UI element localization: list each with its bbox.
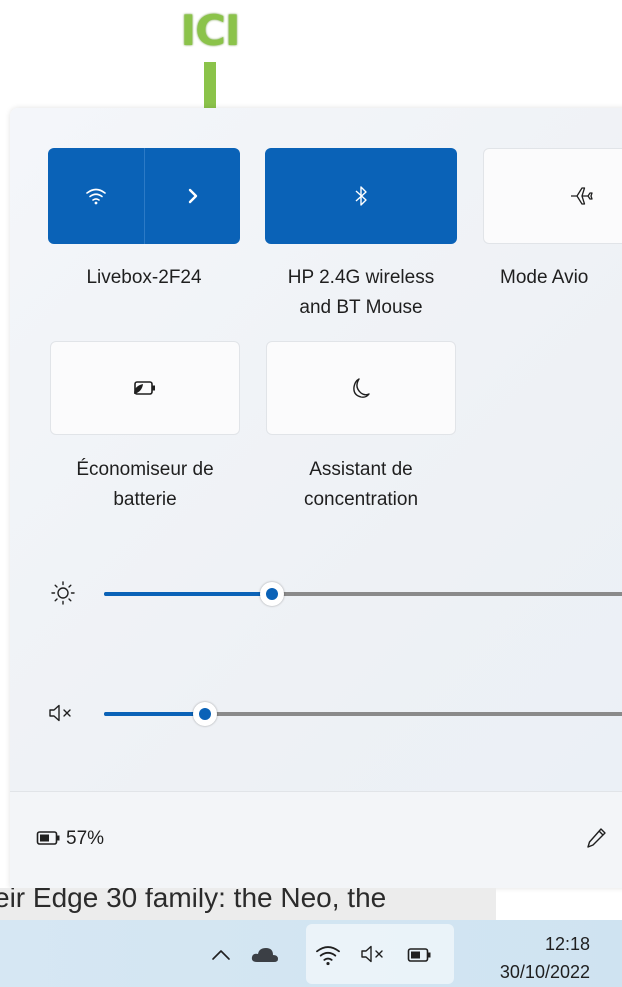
- wifi-icon: [316, 946, 340, 966]
- battery-saver-label-line1: Économiseur de: [76, 459, 214, 480]
- battery-saver-tile-label: Économiseur de batterie: [36, 455, 254, 515]
- taskbar-clock-time[interactable]: 12:18: [545, 934, 590, 955]
- brightness-slider-row: [10, 574, 622, 614]
- volume-slider-fill: [104, 712, 204, 716]
- battery-icon: [407, 948, 431, 962]
- taskbar: 12:18 30/10/2022: [0, 920, 622, 987]
- moon-icon: [353, 378, 370, 398]
- airplane-icon: [571, 187, 593, 205]
- speaker-muted-icon: [361, 945, 383, 963]
- cloud-icon[interactable]: [250, 945, 280, 965]
- focus-label-line1: Assistant de: [309, 459, 413, 480]
- airplane-mode-tile-button[interactable]: [483, 148, 622, 244]
- bluetooth-label-line1: HP 2.4G wireless: [287, 267, 435, 288]
- battery-percent[interactable]: 57%: [66, 825, 104, 853]
- bluetooth-tile-button[interactable]: [265, 148, 457, 244]
- focus-assist-tile-button[interactable]: [266, 341, 456, 435]
- volume-slider-thumb[interactable]: [193, 702, 217, 726]
- wifi-icon: [86, 188, 106, 205]
- brightness-slider-fill: [104, 592, 272, 596]
- volume-slider-row: [10, 694, 622, 734]
- focus-label-line2: concentration: [303, 489, 419, 510]
- airplane-tile-label: Mode Avio: [500, 267, 589, 288]
- bluetooth-label-line2: and BT Mouse: [299, 297, 423, 318]
- wifi-toggle-button[interactable]: [48, 148, 144, 244]
- brightness-slider-thumb[interactable]: [260, 582, 284, 606]
- wifi-tile: [48, 148, 240, 244]
- battery-icon[interactable]: [36, 830, 62, 846]
- sun-icon: [51, 581, 75, 605]
- bluetooth-icon: [355, 186, 367, 206]
- taskbar-clock-date[interactable]: 30/10/2022: [500, 962, 590, 983]
- annotation-label: ICI: [180, 6, 240, 55]
- chevron-right-icon: [188, 188, 197, 204]
- battery-saver-label-line2: batterie: [113, 489, 177, 510]
- wifi-networks-button[interactable]: [145, 148, 240, 244]
- chevron-up-icon[interactable]: [210, 948, 232, 962]
- background-page-text: eir Edge 30 family: the Neo, the: [0, 888, 496, 920]
- focus-assist-tile-label: Assistant de concentration: [250, 455, 472, 515]
- quick-settings-panel: Livebox-2F24 HP 2.4G wireless and BT Mou…: [10, 108, 622, 888]
- bluetooth-tile-label: HP 2.4G wireless and BT Mouse: [246, 263, 476, 323]
- battery-saver-tile-button[interactable]: [50, 341, 240, 435]
- pencil-icon[interactable]: [586, 826, 608, 850]
- quick-settings-footer: 57%: [10, 791, 622, 888]
- battery-saver-icon: [134, 381, 155, 395]
- background-page-text-content: eir Edge 30 family: the Neo, the: [0, 888, 387, 913]
- wifi-tile-label: Livebox-2F24: [86, 267, 202, 288]
- speaker-muted-icon: [49, 704, 71, 722]
